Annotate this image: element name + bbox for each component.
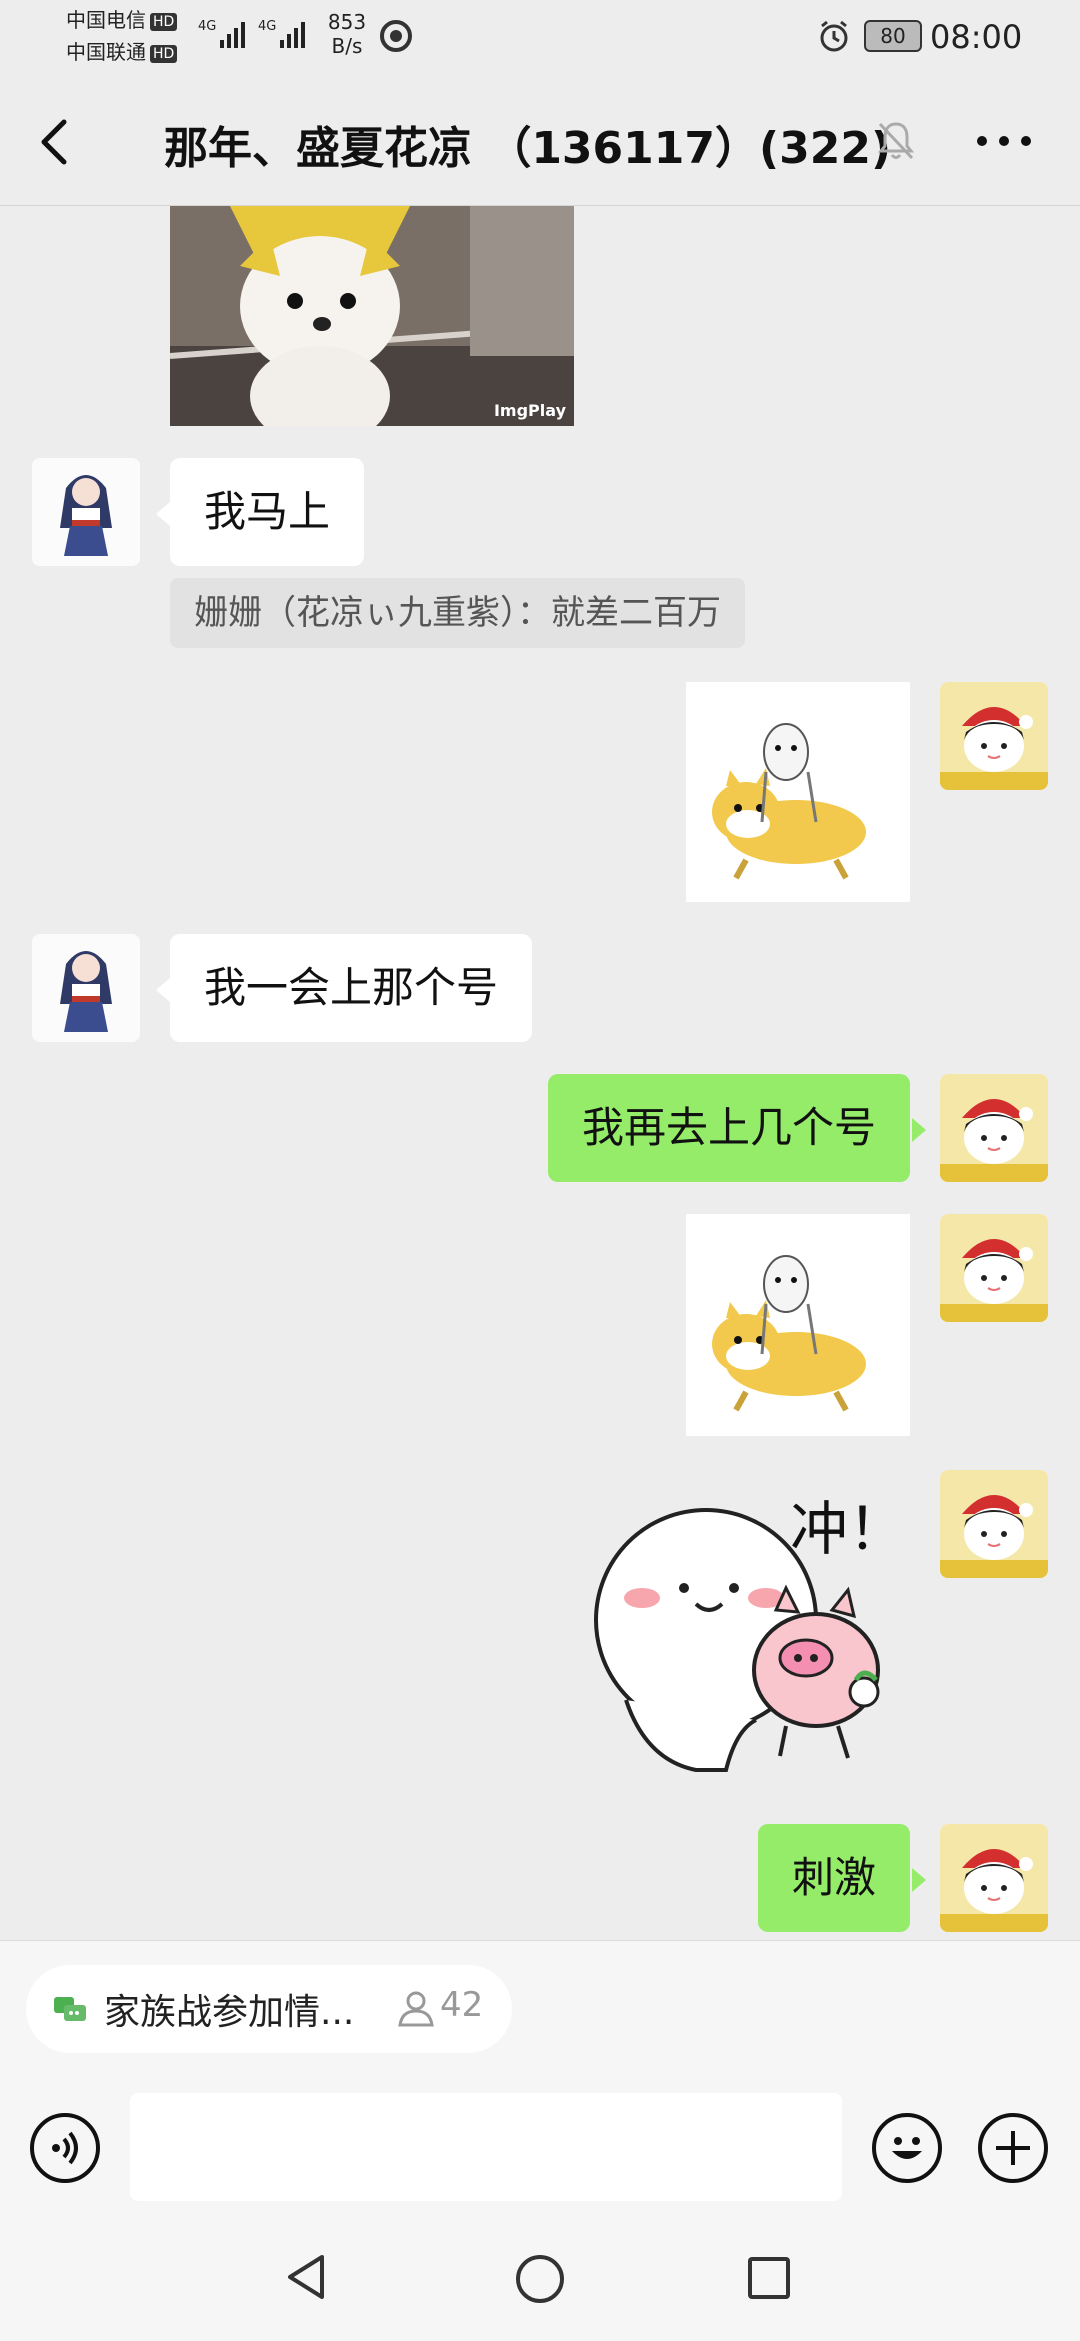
group-notice-count: 42 <box>440 1985 484 2025</box>
avatar-self[interactable] <box>940 1214 1048 1322</box>
nav-back-icon[interactable] <box>282 2249 332 2305</box>
voice-icon <box>52 2131 78 2165</box>
emoji-button[interactable] <box>872 2113 942 2183</box>
chat-title: 那年、盛夏花凉 （136117）(322) <box>164 123 892 174</box>
chat-bubbles-icon <box>54 1997 86 2021</box>
emoji-icon <box>892 2137 922 2159</box>
ghost-pig-sticker[interactable]: 冲！ <box>586 1470 916 1790</box>
quoted-reply[interactable]: 姗姗（花凉ぃ九重紫）：就差二百万 <box>170 578 745 648</box>
vpn-icon <box>380 20 412 52</box>
bubble-tail <box>156 502 170 526</box>
back-icon[interactable] <box>30 114 80 170</box>
message-bubble-outgoing[interactable]: 我再去上几个号 <box>547 1074 910 1182</box>
voice-button[interactable] <box>30 2113 100 2183</box>
more-icon[interactable] <box>974 134 1034 148</box>
self-avatar-art <box>940 1074 1048 1182</box>
bubble-tail <box>912 1868 926 1892</box>
bottom-panel: 家族战参加情... 42 <box>0 1940 1080 2341</box>
bubble-tail <box>912 1118 926 1142</box>
carrier-2-label: 中国联通 <box>66 40 146 64</box>
signal-icon: 4G 4G <box>198 19 305 48</box>
self-avatar-art <box>940 1470 1048 1578</box>
message-bubble-outgoing[interactable]: 刺激 <box>757 1824 910 1932</box>
self-avatar-art <box>940 1214 1048 1322</box>
speed-value: 853 <box>327 10 367 34</box>
group-notice-pill[interactable]: 家族战参加情... 42 <box>26 1965 512 2053</box>
avatar-self[interactable] <box>940 1824 1048 1932</box>
avatar-girl[interactable] <box>32 934 140 1042</box>
carrier-2: 中国联通 HD <box>66 38 178 66</box>
alarm-icon <box>820 20 848 52</box>
message-bubble-incoming[interactable]: 我马上 <box>170 458 365 566</box>
doge-sticker-art <box>712 723 866 880</box>
svg-text:4G: 4G <box>198 19 216 34</box>
mute-bell-icon <box>877 122 915 160</box>
message-bubble-incoming[interactable]: 我一会上那个号 <box>170 934 533 1042</box>
person-icon <box>398 1991 434 2027</box>
network-speed: 853 B/s <box>322 10 372 58</box>
hd-badge: HD <box>150 12 178 31</box>
chat-header: 那年、盛夏花凉 （136117）(322) <box>0 76 1080 206</box>
self-avatar-art <box>940 1824 1048 1932</box>
sticker-caption: 冲！ <box>790 1495 907 1563</box>
hd-badge: HD <box>150 44 178 63</box>
group-notice-label: 家族战参加情... <box>104 1992 355 2033</box>
self-avatar-art <box>940 682 1048 790</box>
carrier-1-label: 中国电信 <box>66 8 146 32</box>
plus-icon <box>996 2131 1030 2165</box>
nav-recents-icon[interactable] <box>744 2253 794 2303</box>
avatar-self[interactable] <box>940 1074 1048 1182</box>
doge-sticker-art <box>712 1255 866 1412</box>
avatar-girl[interactable] <box>32 458 140 566</box>
avatar-self[interactable] <box>940 682 1048 790</box>
avatar-self[interactable] <box>940 1470 1048 1578</box>
svg-text:4G: 4G <box>258 19 276 34</box>
message-input[interactable] <box>130 2093 842 2201</box>
dog-photo[interactable]: ImgPlay <box>170 206 574 426</box>
bubble-tail <box>156 978 170 1002</box>
nav-home-icon[interactable] <box>512 2251 568 2307</box>
doge-sticker[interactable] <box>686 1214 910 1436</box>
girl-avatar-art <box>32 934 140 1042</box>
clock: 08:00 <box>930 18 1023 56</box>
photo-watermark: ImgPlay <box>493 401 566 420</box>
dog-photo-art <box>170 206 574 426</box>
girl-avatar-art <box>32 458 140 566</box>
doge-sticker[interactable] <box>686 682 910 902</box>
more-actions-button[interactable] <box>978 2113 1048 2183</box>
carrier-1: 中国电信 HD <box>66 6 178 34</box>
battery-indicator: 80 <box>864 20 922 52</box>
speed-unit: B/s <box>331 34 363 58</box>
status-bar: 中国电信 HD 中国联通 HD 4G 4G 853 B/s 80 08:00 <box>0 0 1080 76</box>
